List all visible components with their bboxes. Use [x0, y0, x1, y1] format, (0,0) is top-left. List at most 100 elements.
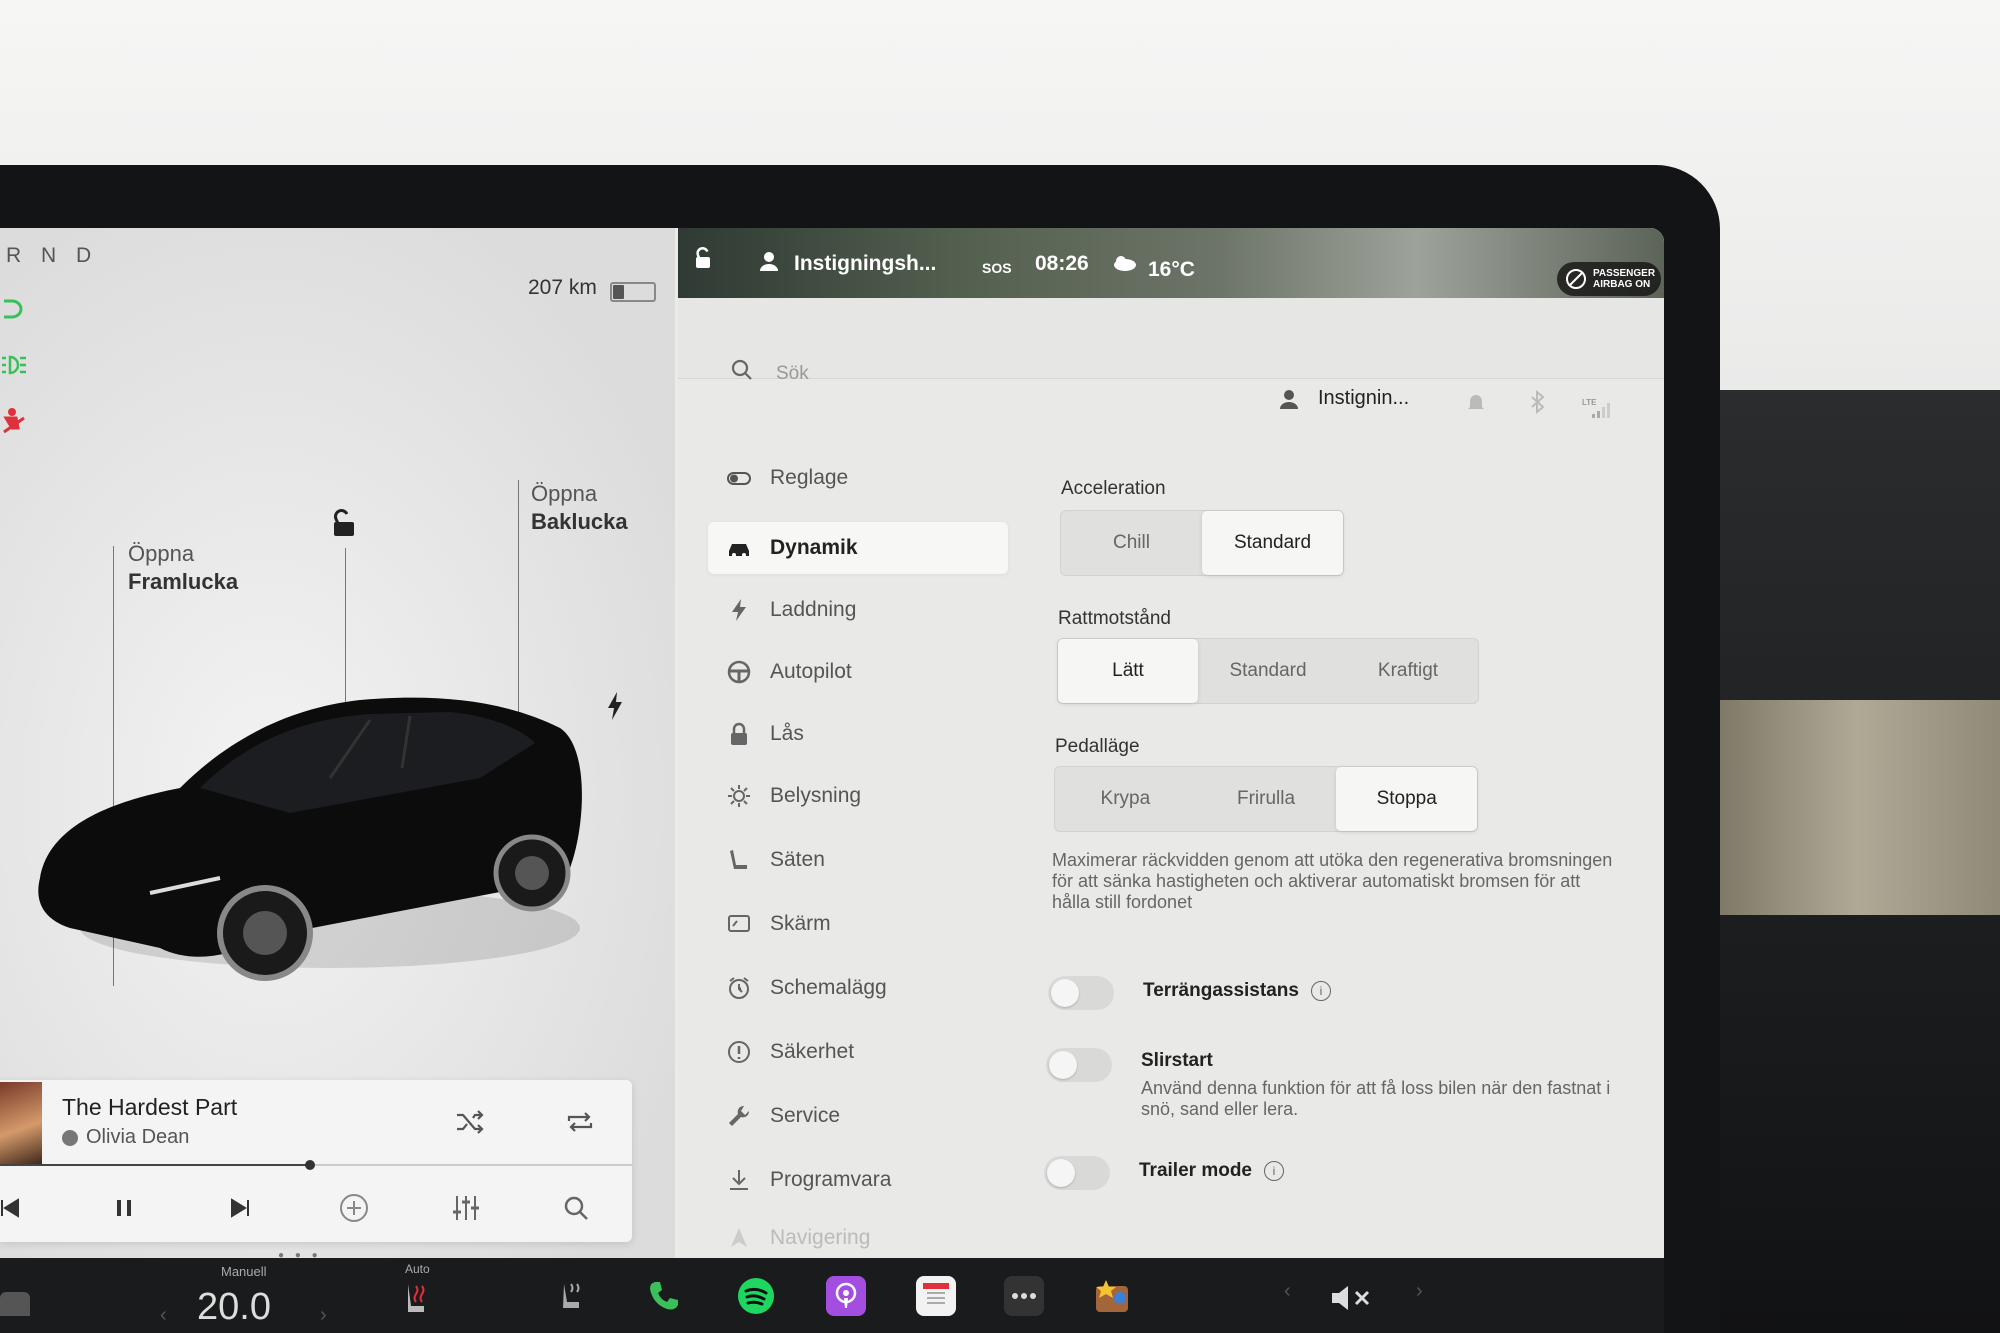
car-3d-model	[30, 628, 590, 988]
menu-item-sakerhet[interactable]: Säkerhet	[708, 1026, 1008, 1078]
info-icon[interactable]: i	[1264, 1161, 1284, 1181]
notification-bell-icon[interactable]	[1466, 392, 1486, 419]
bolt-icon	[732, 599, 746, 621]
volume-up-icon[interactable]: ›	[1416, 1280, 1423, 1303]
clock: 08:26	[1035, 252, 1089, 275]
fan-icon[interactable]	[552, 1276, 592, 1316]
parking-light-icon	[0, 352, 32, 378]
display-icon	[728, 915, 750, 932]
menu-item-laddning[interactable]: Laddning	[708, 584, 1008, 636]
progress-knob[interactable]	[304, 1160, 315, 1170]
menu-item-dynamik[interactable]: Dynamik	[708, 522, 1008, 574]
pedal-selector[interactable]: Krypa Frirulla Stoppa	[1054, 766, 1478, 832]
pedal-option-stoppa[interactable]: Stoppa	[1336, 767, 1478, 831]
media-search-icon[interactable]	[558, 1190, 594, 1226]
steering-option-standard[interactable]: Standard	[1198, 639, 1338, 703]
seat-heat-mode: Auto	[405, 1262, 430, 1276]
profile-icon[interactable]	[1278, 388, 1300, 415]
shuffle-icon[interactable]	[452, 1104, 488, 1140]
slip-start-label: Slirstart	[1141, 1050, 1213, 1071]
menu-label: Dynamik	[770, 536, 858, 559]
front-trunk-action: Öppna	[128, 541, 195, 566]
spotify-source-icon	[62, 1129, 78, 1146]
menu-item-service[interactable]: Service	[708, 1090, 1008, 1142]
menu-item-skarm[interactable]: Skärm	[708, 898, 1008, 950]
menu-label: Schemalägg	[770, 976, 887, 999]
weather-icon	[1112, 254, 1138, 277]
acceleration-selector[interactable]: Chill Standard	[1060, 510, 1344, 576]
acceleration-option-standard[interactable]: Standard	[1202, 511, 1343, 575]
games-icon[interactable]	[1092, 1276, 1132, 1316]
front-trunk-button[interactable]: Öppna Framlucka	[128, 540, 238, 596]
trailer-mode-label: Trailer mode	[1139, 1160, 1252, 1181]
equalizer-icon[interactable]	[448, 1190, 484, 1226]
toggle-icon	[727, 472, 751, 485]
mute-icon[interactable]	[1330, 1284, 1374, 1317]
airbag-line-1: PASSENGER	[1593, 268, 1656, 279]
menu-item-saten[interactable]: Säten	[708, 834, 1008, 886]
menu-item-programvara[interactable]: Programvara	[708, 1154, 1008, 1206]
cabin-temperature[interactable]: 20.0	[197, 1286, 271, 1329]
bluetooth-icon[interactable]	[1530, 389, 1546, 419]
next-icon[interactable]	[222, 1190, 258, 1226]
rear-trunk-label: Baklucka	[531, 509, 628, 534]
alarm-icon	[729, 977, 749, 999]
steering-option-latt[interactable]: Lätt	[1058, 639, 1198, 703]
terrain-assist-toggle[interactable]	[1048, 976, 1114, 1010]
signal-icon	[1592, 402, 1612, 423]
info-icon[interactable]: i	[1310, 981, 1331, 1001]
profile-name[interactable]: Instignin...	[1318, 387, 1409, 410]
trailer-mode-toggle[interactable]	[1044, 1156, 1110, 1190]
steering-selector[interactable]: Lätt Standard Kraftigt	[1057, 638, 1479, 704]
search-input[interactable]: Sök	[776, 363, 809, 385]
menu-label: Skärm	[770, 912, 831, 935]
steering-option-kraftigt[interactable]: Kraftigt	[1338, 639, 1478, 703]
menu-label: Belysning	[770, 784, 862, 807]
calendar-icon[interactable]	[916, 1276, 956, 1316]
menu-item-autopilot[interactable]: Autopilot	[708, 646, 1008, 698]
menu-item-schemalagg[interactable]: Schemalägg	[708, 962, 1008, 1014]
pedal-option-frirulla[interactable]: Frirulla	[1196, 767, 1337, 831]
slip-start-toggle[interactable]	[1046, 1048, 1112, 1082]
artist-name: Olivia Dean	[86, 1126, 190, 1148]
volume-down-icon[interactable]: ‹	[1284, 1280, 1291, 1303]
repeat-icon[interactable]	[562, 1104, 598, 1140]
menu-item-reglage[interactable]: Reglage	[708, 452, 1008, 504]
track-progress-bar[interactable]	[0, 1160, 632, 1170]
pedal-option-krypa[interactable]: Krypa	[1055, 767, 1196, 831]
seat-heater-icon[interactable]	[402, 1280, 432, 1325]
slip-start-description: Använd denna funktion för att få loss bi…	[1141, 1078, 1611, 1119]
more-icon[interactable]	[1004, 1276, 1044, 1316]
charge-port-icon[interactable]	[606, 692, 624, 720]
menu-item-belysning[interactable]: Belysning	[708, 770, 1008, 822]
search-row	[678, 298, 1664, 379]
steering-wheel-icon	[727, 660, 751, 684]
album-art[interactable]	[0, 1082, 42, 1166]
unlock-status-icon[interactable]	[692, 246, 716, 275]
acceleration-option-chill[interactable]: Chill	[1061, 511, 1202, 575]
airbag-status-badge: PASSENGER AIRBAG ON	[1557, 262, 1661, 296]
temp-up-icon[interactable]: ›	[320, 1304, 327, 1327]
menu-item-navigering[interactable]: Navigering	[708, 1212, 1008, 1264]
podcasts-icon[interactable]	[826, 1276, 866, 1316]
touchscreen: R N D 207 km Öppna Framlucka Öppna Baklu…	[0, 228, 1664, 1333]
search-icon[interactable]	[730, 358, 754, 387]
spotify-icon[interactable]	[736, 1276, 776, 1316]
seat-icon	[730, 850, 747, 869]
status-profile[interactable]: Instigningsh...	[794, 252, 936, 276]
navigation-icon	[731, 1228, 747, 1247]
media-player[interactable]: The Hardest Part Olivia Dean	[0, 1080, 632, 1242]
car-settings-icon[interactable]	[0, 1292, 30, 1316]
pause-icon[interactable]	[106, 1190, 142, 1226]
seatbelt-warning-icon	[0, 406, 32, 434]
temp-down-icon[interactable]: ‹	[160, 1304, 167, 1327]
previous-icon[interactable]	[0, 1190, 28, 1226]
menu-item-las[interactable]: Lås	[708, 708, 1008, 760]
terrain-assist-row: Terrängassistans i	[1143, 980, 1331, 1002]
car-unlock-icon[interactable]	[330, 508, 358, 538]
sos-indicator[interactable]: SOS	[982, 260, 1012, 276]
phone-icon[interactable]	[644, 1276, 684, 1316]
add-icon[interactable]	[336, 1190, 372, 1226]
rear-trunk-button[interactable]: Öppna Baklucka	[531, 480, 628, 536]
artist-row: Olivia Dean	[62, 1126, 189, 1149]
